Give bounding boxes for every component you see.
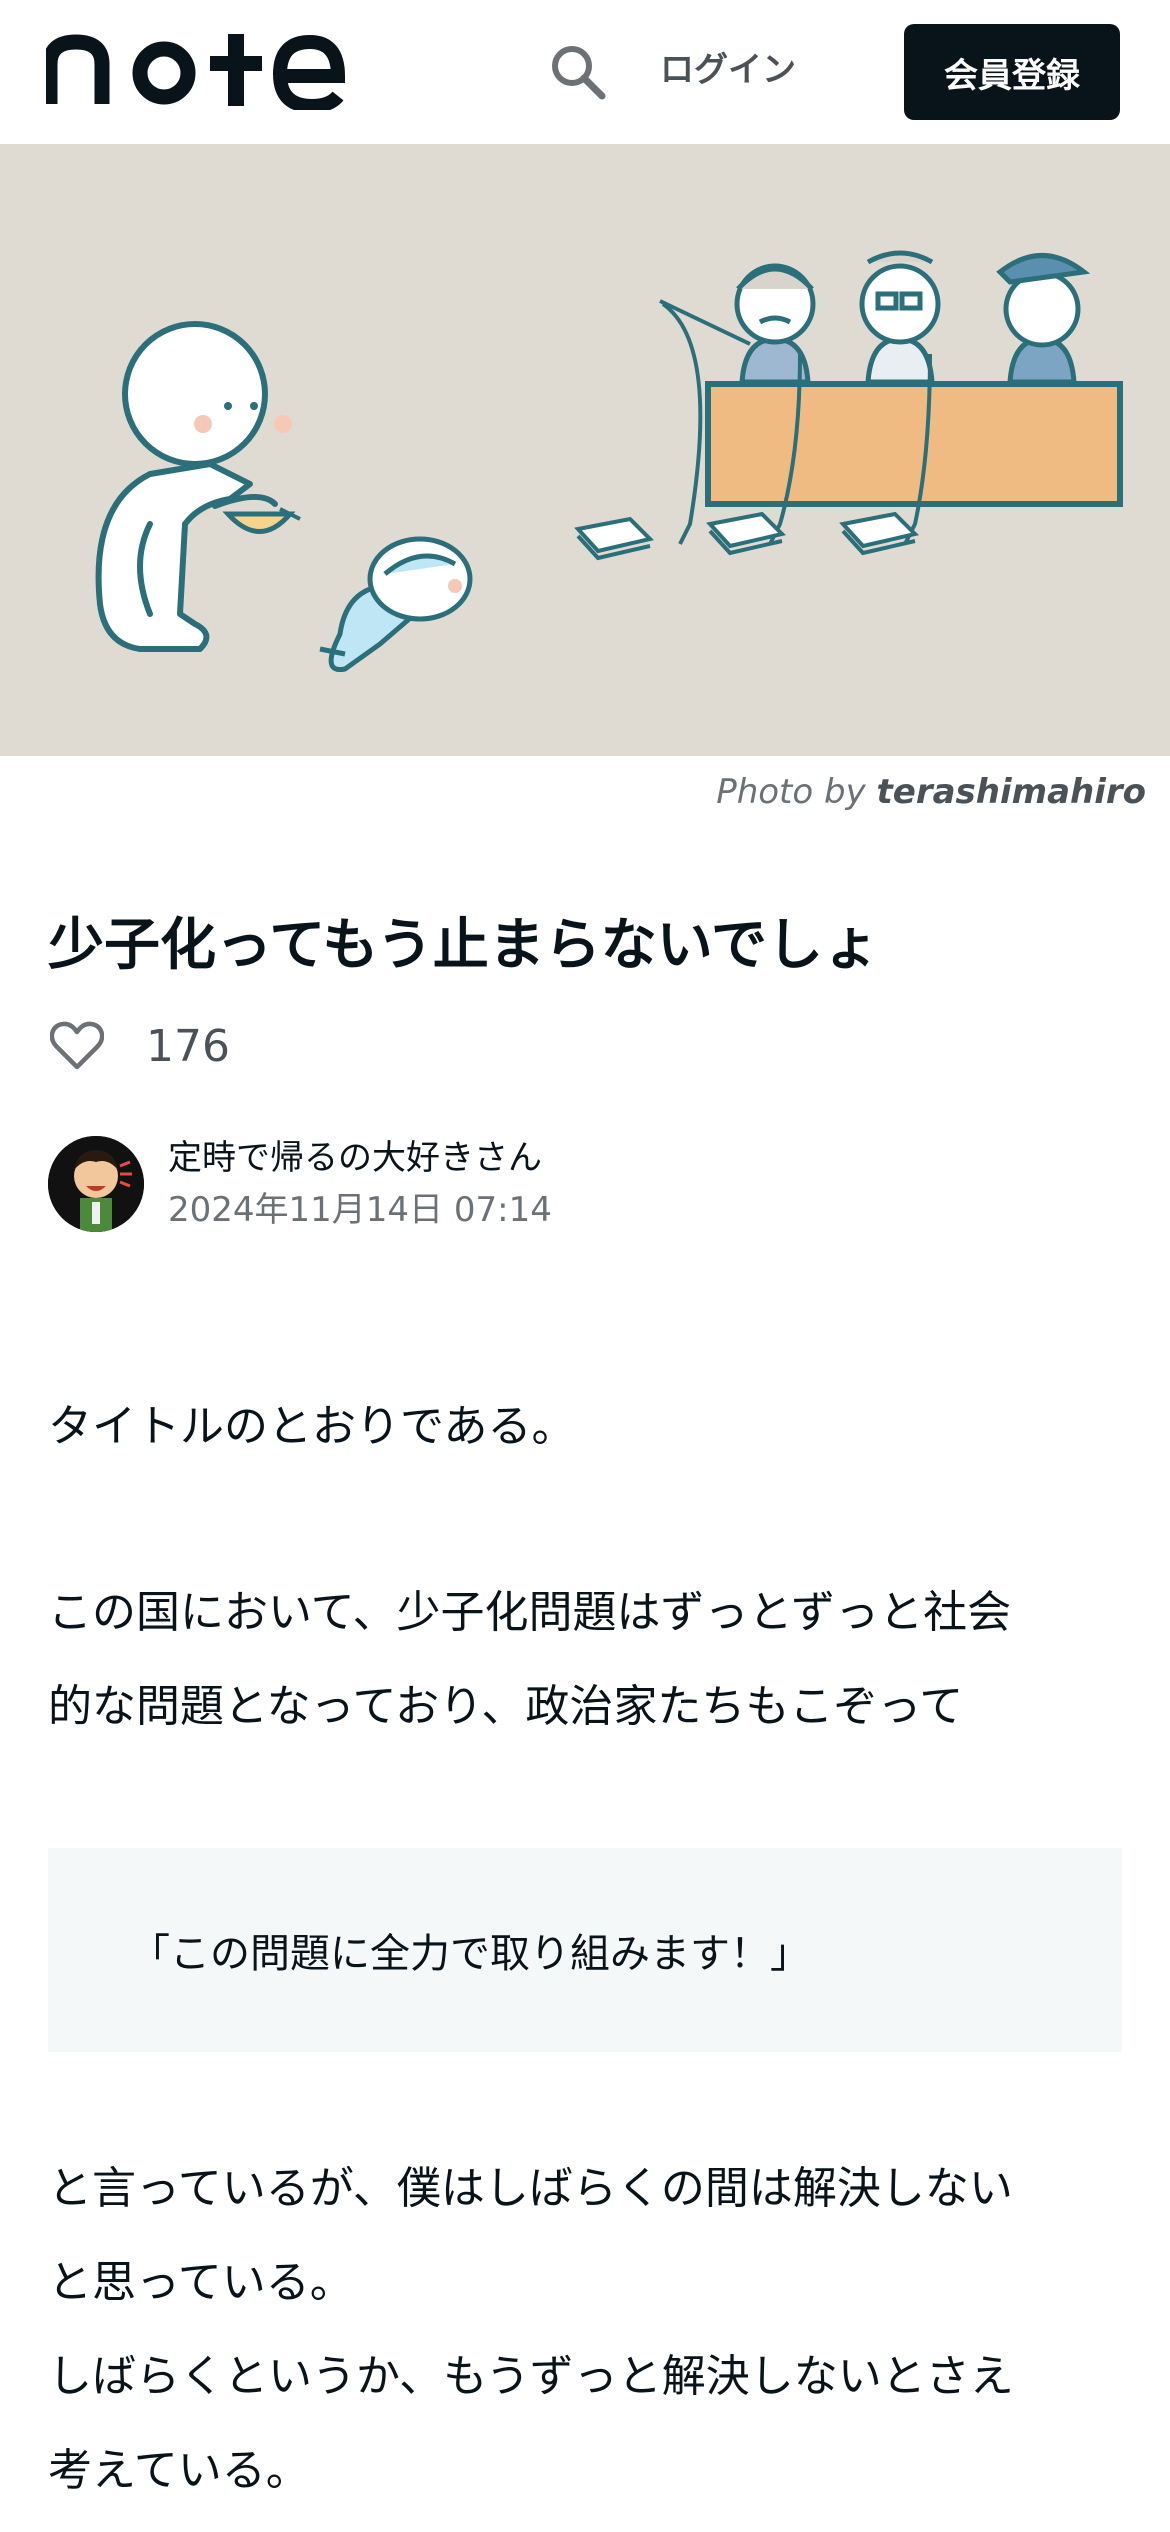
article-illustration bbox=[95, 250, 1123, 673]
like-count: 176 bbox=[146, 1020, 230, 1072]
blockquote: 「この問題に全力で取り組みます！」 bbox=[48, 1848, 1122, 2052]
author-name[interactable]: 定時で帰るの大好きさん bbox=[168, 1132, 552, 1184]
author-row: 定時で帰るの大好きさん 2024年11月14日 07:14 bbox=[48, 1134, 552, 1234]
paragraph-2: この国において、少子化問題はずっとずっと社会 的な問題となっており、政治家たちもこ… bbox=[48, 1566, 1122, 1754]
photo-credit-prefix: Photo by bbox=[716, 772, 877, 812]
avatar-illustration bbox=[48, 1136, 144, 1232]
search-icon bbox=[552, 46, 606, 100]
paragraph-3-line-3: しばらくというか、もうずっと解決しないとさえ bbox=[48, 2351, 1014, 2402]
like-button[interactable] bbox=[48, 1017, 106, 1075]
search-button[interactable] bbox=[546, 40, 610, 104]
login-link[interactable]: ログイン bbox=[660, 42, 796, 98]
note-logo[interactable] bbox=[42, 34, 346, 114]
paragraph-2-line-1: この国において、少子化問題はずっとずっと社会 bbox=[48, 1587, 1012, 1638]
photo-credit: Photo by terashimahiro bbox=[716, 772, 1146, 812]
author-info: 定時で帰るの大好きさん 2024年11月14日 07:14 bbox=[168, 1132, 552, 1236]
paragraph-2-line-2: 的な問題となっており、政治家たちもこぞって bbox=[48, 1681, 964, 1732]
post-date: 2024年11月14日 07:14 bbox=[168, 1190, 552, 1230]
paragraph-1-text: タイトルのとおりである。 bbox=[48, 1401, 576, 1452]
author-avatar[interactable] bbox=[48, 1136, 144, 1232]
paragraph-3-line-2: と思っている。 bbox=[48, 2257, 354, 2308]
paragraph-1: タイトルのとおりである。 bbox=[48, 1380, 1122, 1474]
paragraph-3-line-4: 考えている。 bbox=[48, 2445, 310, 2496]
paragraph-3: と言っているが、僕はしばらくの間は解決しない と思っている。しばらくというか、もう… bbox=[48, 2142, 1122, 2518]
photo-credit-author[interactable]: terashimahiro bbox=[877, 772, 1146, 812]
heart-outline-icon bbox=[50, 1021, 104, 1070]
paragraph-3-line-1: と言っているが、僕はしばらくの間は解決しない bbox=[48, 2163, 1013, 2214]
article-title: 少子化ってもう止まらないでしょ bbox=[48, 913, 880, 978]
hero-image bbox=[0, 144, 1170, 756]
blockquote-text: 「この問題に全力で取り組みます！」 bbox=[130, 1931, 810, 1977]
like-row: 176 bbox=[48, 1014, 230, 1078]
site-header: ログイン 会員登録 bbox=[0, 0, 1170, 144]
register-button[interactable]: 会員登録 bbox=[904, 24, 1120, 120]
